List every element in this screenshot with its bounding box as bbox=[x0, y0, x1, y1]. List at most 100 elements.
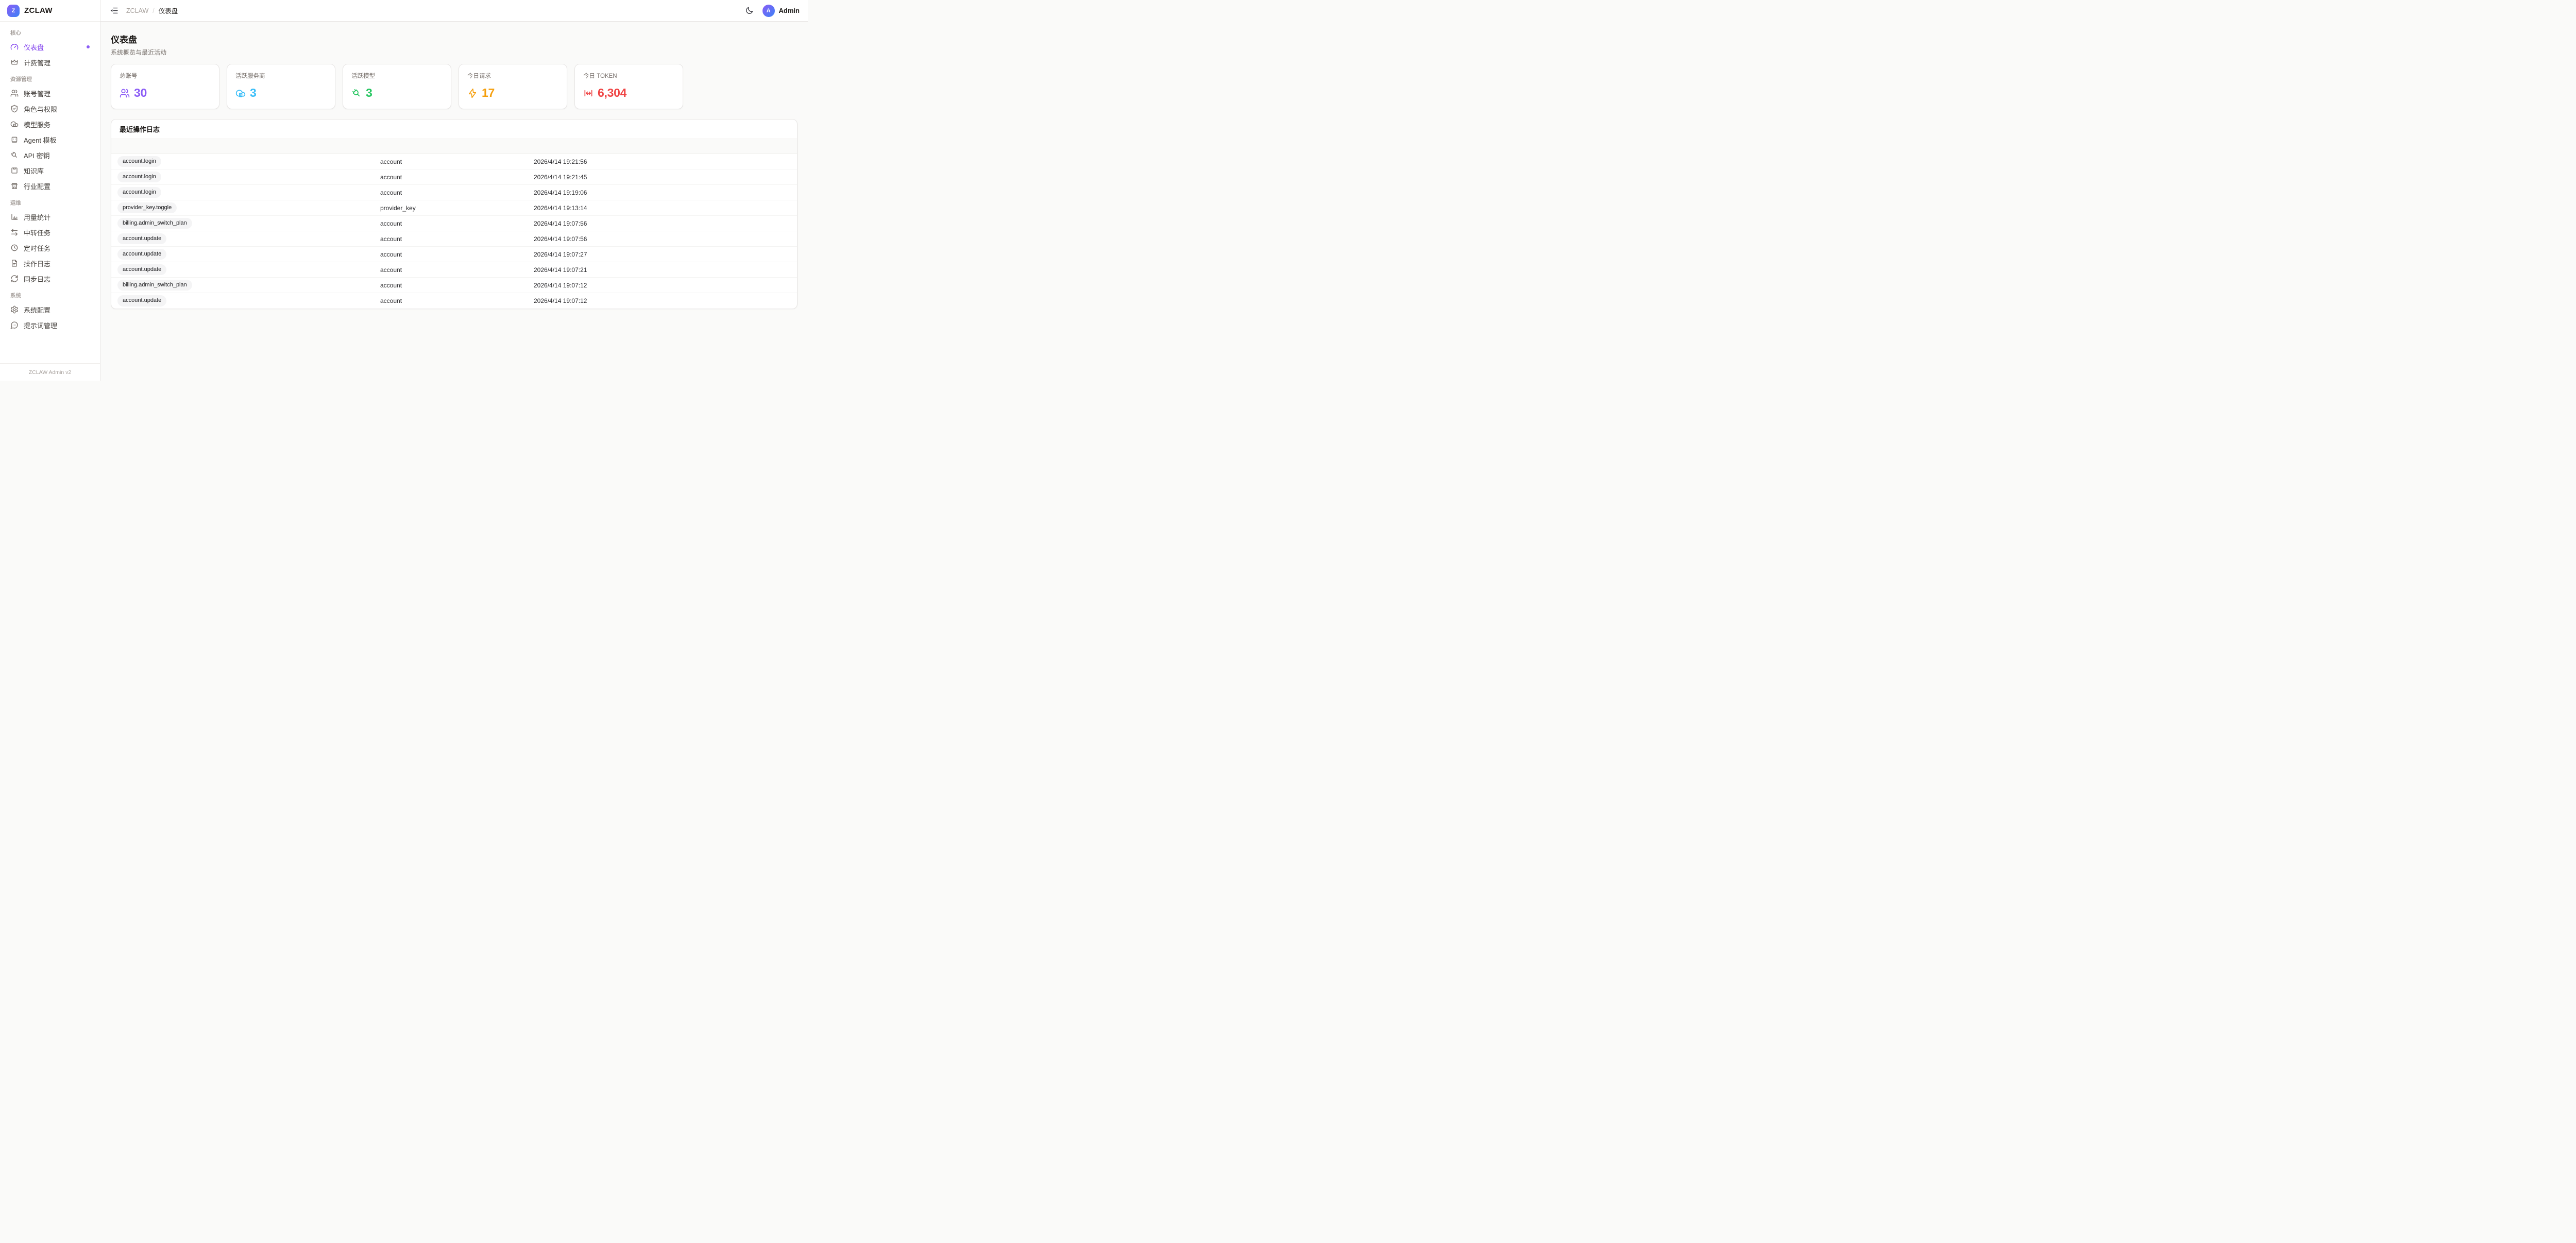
users-icon bbox=[10, 89, 19, 97]
target-cell: account bbox=[374, 220, 528, 227]
table-row: provider_key.toggle provider_key 2026/4/… bbox=[111, 200, 797, 216]
topbar: ZCLAW / 仪表盘 A Admin bbox=[100, 0, 808, 22]
sidebar-item[interactable]: 同步日志 bbox=[6, 271, 94, 286]
sidebar-item[interactable]: 定时任务 bbox=[6, 240, 94, 256]
action-badge: billing.admin_switch_plan bbox=[117, 218, 192, 229]
sidebar-item[interactable]: Agent 模板 bbox=[6, 132, 94, 147]
app: Z ZCLAW 核心 仪表盘 计费管理 bbox=[0, 0, 808, 381]
plug-icon bbox=[10, 151, 19, 159]
page-subtitle: 系统概览与最近活动 bbox=[111, 48, 798, 57]
cloud-server-icon bbox=[235, 88, 246, 98]
table-row: account.login account 2026/4/14 19:21:56 bbox=[111, 154, 797, 169]
target-cell: account bbox=[374, 189, 528, 196]
breadcrumb: ZCLAW / 仪表盘 bbox=[126, 6, 178, 15]
store-icon bbox=[10, 182, 19, 190]
sidebar-item[interactable]: 计费管理 bbox=[6, 55, 94, 70]
target-cell: account bbox=[374, 282, 528, 289]
sidebar-item[interactable]: 提示词管理 bbox=[6, 317, 94, 333]
sidebar-item[interactable]: 操作日志 bbox=[6, 256, 94, 271]
target-cell: account bbox=[374, 251, 528, 258]
stat-number: 17 bbox=[482, 86, 495, 100]
nav-section-label: 资源管理 bbox=[6, 70, 94, 86]
stat-label: 活跃模型 bbox=[351, 72, 443, 80]
stat-label: 总账号 bbox=[120, 72, 211, 80]
breadcrumb-separator: / bbox=[152, 7, 154, 14]
collapse-sidebar-button[interactable] bbox=[109, 5, 120, 16]
time-cell: 2026/4/14 19:07:21 bbox=[528, 266, 797, 274]
token-width-icon bbox=[583, 88, 594, 98]
table-row: account.update account 2026/4/14 19:07:5… bbox=[111, 231, 797, 247]
users-icon bbox=[120, 88, 130, 98]
brand-logo-letter: Z bbox=[12, 8, 15, 14]
sidebar-item-label: 同步日志 bbox=[24, 274, 50, 284]
stat-card: 活跃模型 3 bbox=[343, 64, 451, 109]
table-row: billing.admin_switch_plan account 2026/4… bbox=[111, 216, 797, 231]
action-badge: account.update bbox=[117, 264, 166, 275]
action-badge: account.update bbox=[117, 233, 166, 244]
sidebar-item-label: 系统配置 bbox=[24, 305, 50, 315]
sidebar-item[interactable]: 角色与权限 bbox=[6, 101, 94, 116]
target-cell: account bbox=[374, 297, 528, 304]
action-badge: account.update bbox=[117, 249, 166, 260]
file-text-icon bbox=[10, 259, 19, 267]
gear-icon bbox=[10, 305, 19, 314]
sidebar-item[interactable]: API 密钥 bbox=[6, 147, 94, 163]
sidebar-item[interactable]: 知识库 bbox=[6, 163, 94, 178]
nav-section-label: 运维 bbox=[6, 194, 94, 209]
target-cell: account bbox=[374, 266, 528, 274]
user-menu[interactable]: A Admin bbox=[762, 5, 800, 17]
sidebar-item[interactable]: 系统配置 bbox=[6, 302, 94, 317]
sidebar-item[interactable]: 模型服务 bbox=[6, 116, 94, 132]
sidebar-item-label: API 密钥 bbox=[24, 150, 50, 160]
sidebar-item-label: 计费管理 bbox=[24, 58, 50, 67]
plug-icon bbox=[351, 88, 362, 98]
time-cell: 2026/4/14 19:19:06 bbox=[528, 189, 797, 196]
sidebar-footer: ZCLAW Admin v2 bbox=[0, 363, 100, 381]
content: 仪表盘 系统概览与最近活动 总账号 30 活跃服务商 3 bbox=[100, 22, 808, 381]
stat-label: 今日 TOKEN bbox=[583, 72, 674, 80]
table-row: account.update account 2026/4/14 19:07:2… bbox=[111, 262, 797, 278]
table-row: account.update account 2026/4/14 19:07:2… bbox=[111, 247, 797, 262]
sidebar-item-label: 用量统计 bbox=[24, 212, 50, 222]
nav-section-label: 核心 bbox=[6, 24, 94, 39]
sidebar-item-label: 仪表盘 bbox=[24, 42, 44, 52]
brand-logo: Z bbox=[7, 5, 20, 17]
stat-number: 3 bbox=[250, 86, 257, 100]
time-cell: 2026/4/14 19:07:56 bbox=[528, 235, 797, 243]
clock-icon bbox=[10, 244, 19, 252]
stat-card: 活跃服务商 3 bbox=[227, 64, 335, 109]
nav-section-resources: 资源管理 账号管理 角色与权限 模型服务 bbox=[6, 70, 94, 194]
table-row: billing.admin_switch_plan account 2026/4… bbox=[111, 278, 797, 293]
recent-logs-card: 最近操作日志 account.login account 2026/4/14 1… bbox=[111, 119, 798, 309]
shield-check-icon bbox=[10, 105, 19, 113]
avatar: A bbox=[762, 5, 775, 17]
action-badge: provider_key.toggle bbox=[117, 202, 177, 213]
stat-label: 活跃服务商 bbox=[235, 72, 327, 80]
sidebar-item-label: 行业配置 bbox=[24, 181, 50, 191]
sidebar-item[interactable]: 中转任务 bbox=[6, 225, 94, 240]
stat-card: 今日 TOKEN 6,304 bbox=[574, 64, 683, 109]
action-badge: account.login bbox=[117, 187, 161, 198]
book-icon bbox=[10, 166, 19, 175]
theme-toggle-button[interactable] bbox=[744, 5, 755, 16]
target-cell: account bbox=[374, 235, 528, 243]
action-badge: account.login bbox=[117, 172, 161, 182]
sidebar-item-label: Agent 模板 bbox=[24, 135, 57, 145]
sidebar-item-label: 模型服务 bbox=[24, 120, 50, 129]
breadcrumb-root[interactable]: ZCLAW bbox=[126, 7, 148, 14]
action-badge: account.login bbox=[117, 156, 161, 167]
crown-icon bbox=[10, 58, 19, 66]
time-cell: 2026/4/14 19:21:56 bbox=[528, 158, 797, 165]
sidebar-item[interactable]: 账号管理 bbox=[6, 86, 94, 101]
brand: Z ZCLAW bbox=[0, 0, 100, 22]
action-badge: account.update bbox=[117, 295, 166, 306]
table-row: account.login account 2026/4/14 19:21:45 bbox=[111, 169, 797, 185]
sidebar-item[interactable]: 用量统计 bbox=[6, 209, 94, 225]
cloud-server-icon bbox=[10, 120, 19, 128]
bar-chart-icon bbox=[10, 213, 19, 221]
sidebar-item[interactable]: 仪表盘 bbox=[6, 39, 94, 55]
avatar-initial: A bbox=[767, 8, 771, 14]
zap-icon bbox=[467, 88, 478, 98]
table-row: account.login account 2026/4/14 19:19:06 bbox=[111, 185, 797, 200]
sidebar-item[interactable]: 行业配置 bbox=[6, 178, 94, 194]
